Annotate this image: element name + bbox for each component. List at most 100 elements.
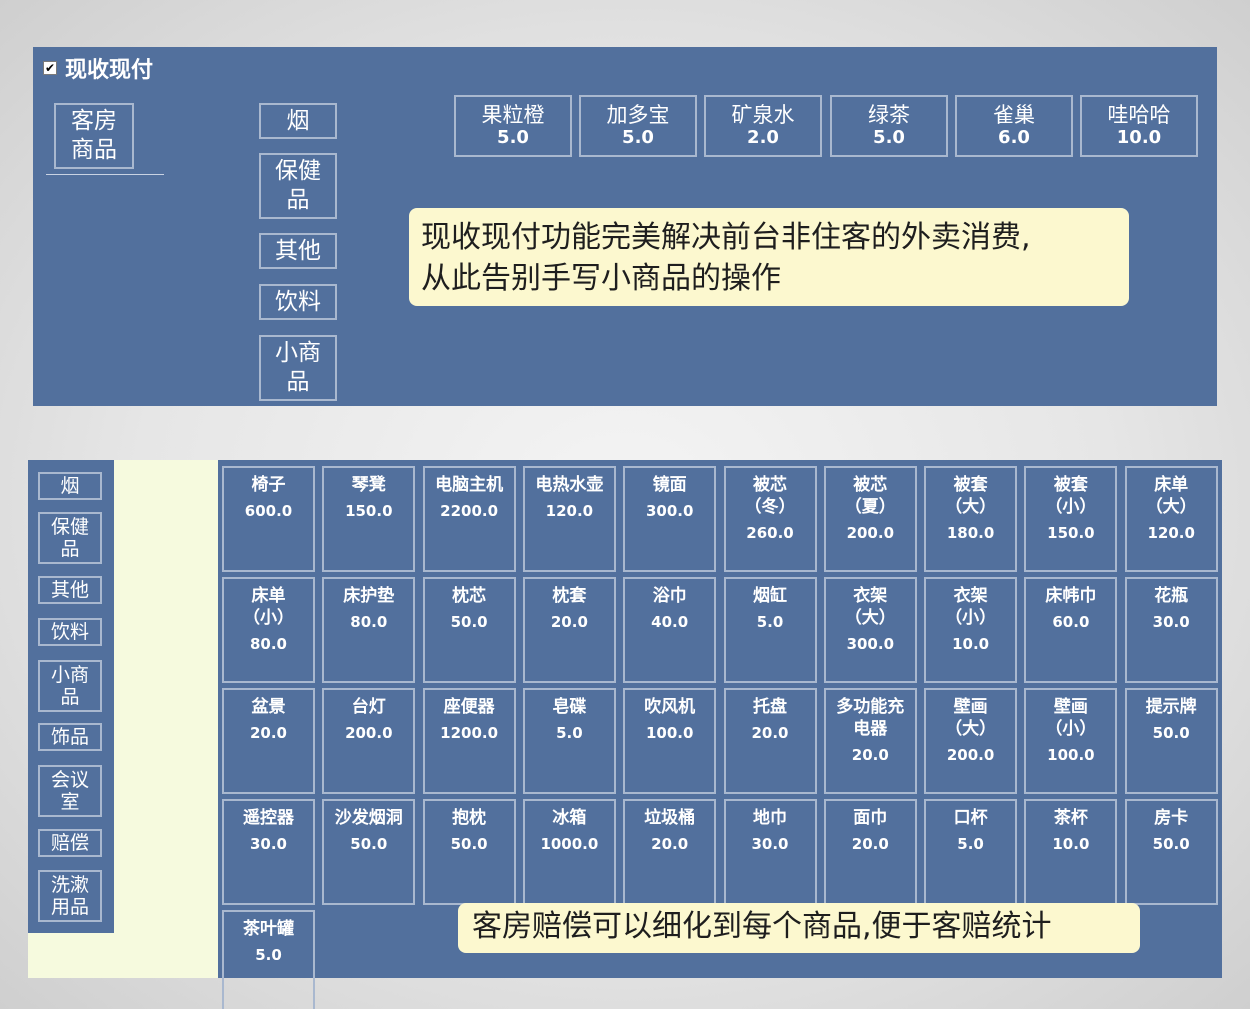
compensation-product-tile[interactable]: 抱枕 50.0 (422, 799, 516, 905)
compensation-product-tile[interactable]: 遥控器 30.0 (222, 799, 315, 905)
product-price: 300.0 (846, 635, 895, 653)
product-name: 被芯 （冬） (744, 475, 796, 517)
compensation-product-tile[interactable]: 被芯 （冬） 260.0 (723, 466, 817, 572)
product-tile[interactable]: 哇哈哈 10.0 (1080, 95, 1198, 157)
product-price: 200.0 (946, 746, 995, 764)
sidebar-category-health[interactable]: 保健品 (38, 512, 102, 564)
product-price: 60.0 (1052, 613, 1090, 631)
feature-callout-cash-pay: 现收现付功能完美解决前台非住客的外卖消费, 从此告别手写小商品的操作 (409, 208, 1129, 306)
product-price: 30.0 (751, 835, 789, 853)
compensation-product-tile[interactable]: 盆景 20.0 (222, 688, 315, 794)
product-price: 20.0 (550, 613, 588, 631)
product-name: 盆景 (251, 697, 286, 717)
compensation-product-tile[interactable]: 枕芯 50.0 (422, 577, 516, 683)
compensation-product-tile[interactable]: 口杯 5.0 (924, 799, 1018, 905)
compensation-product-tile[interactable]: 壁画 （小） 100.0 (1024, 688, 1118, 794)
compensation-product-tile[interactable]: 电脑主机 2200.0 (422, 466, 516, 572)
compensation-product-tile[interactable]: 烟缸 5.0 (723, 577, 817, 683)
compensation-product-tile[interactable]: 床单 （大） 120.0 (1124, 466, 1218, 572)
product-price: 180.0 (946, 524, 995, 542)
product-name: 皂碟 (552, 697, 587, 717)
compensation-product-tile[interactable]: 电热水壶 120.0 (522, 466, 616, 572)
product-price: 30.0 (1152, 613, 1190, 631)
compensation-product-tile[interactable]: 皂碟 5.0 (522, 688, 616, 794)
category-room-goods[interactable]: 客房 商品 (54, 103, 134, 169)
product-price: 40.0 (651, 613, 689, 631)
compensation-product-tile[interactable]: 冰箱 1000.0 (522, 799, 616, 905)
compensation-product-tile[interactable]: 床单 （小） 80.0 (222, 577, 315, 683)
product-price: 20.0 (851, 835, 889, 853)
compensation-product-tile[interactable]: 茶杯 10.0 (1024, 799, 1118, 905)
sidebar-category-tobacco[interactable]: 烟 (38, 472, 102, 500)
sidebar-category-accessories[interactable]: 饰品 (38, 723, 102, 751)
product-name: 椅子 (251, 475, 286, 495)
compensation-product-tile[interactable]: 浴巾 40.0 (623, 577, 717, 683)
compensation-product-tile[interactable]: 台灯 200.0 (322, 688, 416, 794)
product-price: 50.0 (450, 613, 488, 631)
compensation-product-tile[interactable]: 壁画 （大） 200.0 (924, 688, 1018, 794)
compensation-product-tile[interactable]: 镜面 300.0 (623, 466, 717, 572)
category-small-goods[interactable]: 小商品 (259, 335, 337, 401)
compensation-product-tile[interactable]: 面巾 20.0 (823, 799, 917, 905)
product-price: 1200.0 (440, 724, 499, 742)
product-tile[interactable]: 果粒橙 5.0 (454, 95, 572, 157)
product-name: 枕套 (552, 586, 587, 606)
product-price: 100.0 (645, 724, 694, 742)
product-price: 10.0 (952, 635, 990, 653)
category-tobacco[interactable]: 烟 (259, 103, 337, 139)
category-health[interactable]: 保健品 (259, 153, 337, 219)
sidebar-category-compensation[interactable]: 赔偿 (38, 829, 102, 857)
product-tile[interactable]: 加多宝 5.0 (579, 95, 697, 157)
product-name: 镜面 (652, 475, 687, 495)
compensation-product-tile[interactable]: 地巾 30.0 (723, 799, 817, 905)
sidebar-category-drinks[interactable]: 饮料 (38, 618, 102, 646)
product-name: 房卡 (1154, 808, 1189, 828)
product-price: 200.0 (345, 724, 393, 742)
compensation-product-tile[interactable]: 茶叶罐 5.0 (222, 910, 315, 1009)
product-price: 20.0 (249, 724, 287, 742)
product-tile[interactable]: 雀巢 6.0 (955, 95, 1073, 157)
product-price: 80.0 (350, 613, 388, 631)
compensation-product-tile[interactable]: 沙发烟洞 50.0 (322, 799, 416, 905)
category-other[interactable]: 其他 (259, 233, 337, 269)
product-price: 20.0 (751, 724, 789, 742)
compensation-product-tile[interactable]: 琴凳 150.0 (322, 466, 416, 572)
compensation-product-tile[interactable]: 座便器 1200.0 (422, 688, 516, 794)
compensation-product-tile[interactable]: 提示牌 50.0 (1124, 688, 1218, 794)
sidebar-category-other[interactable]: 其他 (38, 576, 102, 604)
product-tile[interactable]: 绿茶 5.0 (830, 95, 948, 157)
product-price: 2200.0 (440, 502, 499, 520)
product-name: 抱枕 (452, 808, 487, 828)
sidebar-category-toiletries[interactable]: 洗漱 用品 (38, 870, 102, 922)
product-name: 被套 （小） (1045, 475, 1097, 517)
compensation-product-tile[interactable]: 床帏巾 60.0 (1024, 577, 1118, 683)
compensation-product-tile[interactable]: 床护垫 80.0 (322, 577, 416, 683)
compensation-product-tile[interactable]: 衣架 （小） 10.0 (924, 577, 1018, 683)
compensation-product-tile[interactable]: 多功能充 电器 20.0 (823, 688, 917, 794)
category-drinks[interactable]: 饮料 (259, 284, 337, 320)
product-name: 枕芯 (452, 586, 487, 606)
sidebar-category-meeting-room[interactable]: 会议室 (38, 765, 102, 817)
compensation-product-tile[interactable]: 椅子 600.0 (222, 466, 315, 572)
cash-pay-toggle[interactable]: ✔ 现收现付 (43, 55, 153, 83)
compensation-product-tile[interactable]: 花瓶 30.0 (1124, 577, 1218, 683)
compensation-product-tile[interactable]: 衣架 （大） 300.0 (823, 577, 917, 683)
product-price: 30.0 (249, 835, 287, 853)
compensation-product-tile[interactable]: 吹风机 100.0 (623, 688, 717, 794)
sidebar-category-small-goods[interactable]: 小商品 (38, 660, 102, 712)
product-name: 台灯 (351, 697, 386, 717)
compensation-product-tile[interactable]: 被套 （大） 180.0 (924, 466, 1018, 572)
compensation-product-tile[interactable]: 房卡 50.0 (1124, 799, 1218, 905)
compensation-product-tile[interactable]: 托盘 20.0 (723, 688, 817, 794)
compensation-product-tile[interactable]: 被套 （小） 150.0 (1024, 466, 1118, 572)
product-price: 5.0 (556, 724, 583, 742)
compensation-product-tile[interactable]: 被芯 （夏） 200.0 (823, 466, 917, 572)
product-name: 衣架 （小） (945, 586, 997, 628)
compensation-product-tile[interactable]: 枕套 20.0 (522, 577, 616, 683)
product-name: 吹风机 (644, 697, 696, 717)
product-tile[interactable]: 矿泉水 2.0 (704, 95, 822, 157)
product-price: 10.0 (1052, 835, 1090, 853)
compensation-product-tile[interactable]: 垃圾桶 20.0 (623, 799, 717, 905)
checkbox-checked-icon[interactable]: ✔ (43, 61, 57, 75)
product-price: 100.0 (1047, 746, 1095, 764)
